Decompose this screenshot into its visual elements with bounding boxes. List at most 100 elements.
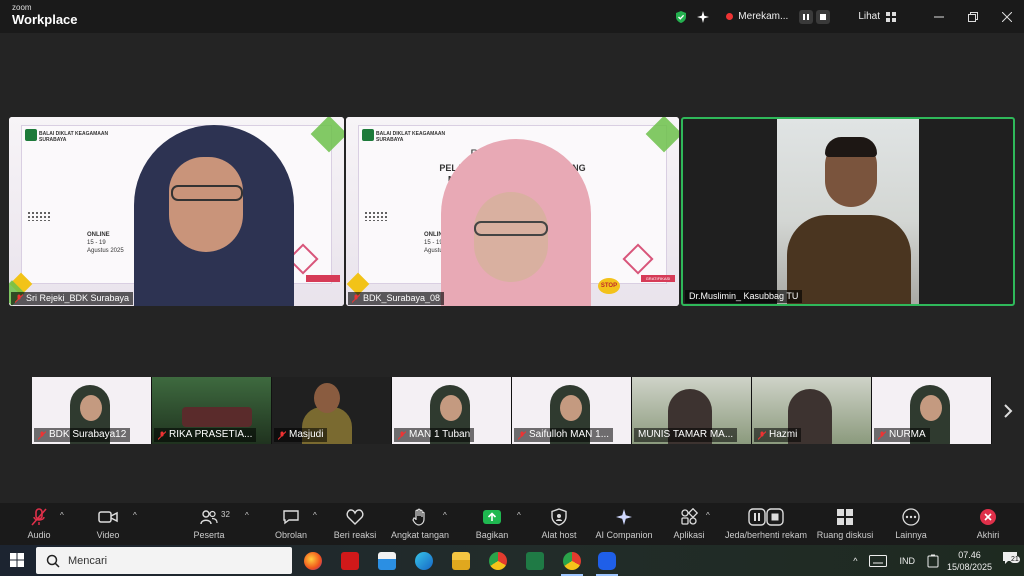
video-button[interactable]: Video	[63, 508, 153, 540]
video-tile[interactable]: BALAI DIKLAT KEAGAMAAN SURABAYA PEMBUKAA…	[346, 117, 679, 306]
participant-thumbnail[interactable]: RIKA PRASETIA...	[152, 377, 271, 444]
kemenag-emblem-icon	[362, 129, 374, 141]
apps-options-caret[interactable]: ^	[706, 511, 710, 520]
participant-glasses	[474, 221, 548, 236]
windows-start-icon[interactable]	[10, 553, 24, 567]
keyboard-icon[interactable]	[869, 554, 888, 567]
participant-name-tag: Sri Rejeki_BDK Surabaya	[11, 292, 134, 305]
share-screen-icon	[483, 510, 501, 524]
participant-name-tag: Hazmi	[754, 428, 802, 442]
shield-icon	[551, 508, 567, 526]
participant-thumbnail[interactable]: Saifulloh MAN 1...	[512, 377, 631, 444]
breakout-rooms-label: Ruang diskusi	[816, 530, 874, 540]
video-options-caret[interactable]: ^	[133, 511, 137, 520]
participant-face	[169, 157, 243, 252]
participant-thumbnail[interactable]: MAN 1 Tuban	[392, 377, 511, 444]
zoom-window: zoom Workplace Merekam... Lihat BALAI DI…	[0, 0, 1024, 576]
participant-name: NURMA	[889, 429, 926, 440]
chevron-right-icon	[1004, 404, 1013, 418]
mic-muted-icon	[758, 430, 766, 440]
participant-thumbnail[interactable]: NURMA	[872, 377, 991, 444]
reactions-label: Beri reaksi	[333, 530, 377, 540]
view-button[interactable]: Lihat	[858, 11, 880, 22]
store-icon[interactable]	[378, 552, 396, 570]
thumbnail-face	[920, 395, 942, 421]
participants-count: 32	[221, 510, 230, 519]
pause-stop-record-icon	[748, 508, 784, 526]
pause-recording-button[interactable]	[799, 9, 814, 24]
slide-institution: BALAI DIKLAT KEAGAMAAN SURABAYA	[39, 131, 109, 143]
end-meeting-button[interactable]: Akhiri	[943, 508, 1024, 540]
clock[interactable]: 07.46 15/08/2025	[947, 549, 992, 573]
language-indicator[interactable]: IND	[899, 556, 915, 566]
mic-muted-icon	[518, 430, 526, 440]
video-tile[interactable]: BALAI DIKLAT KEAGAMAAN SURABAYA PEMB PEL…	[9, 117, 344, 306]
stop-recording-button[interactable]	[816, 9, 831, 24]
mic-muted-icon	[398, 430, 406, 440]
participant-thumbnail[interactable]: MUNIS TAMAR MA...	[632, 377, 751, 444]
participants-button[interactable]: Peserta	[164, 508, 254, 540]
participant-name-tag: MUNIS TAMAR MA...	[634, 428, 738, 442]
participant-name-tag: NURMA	[874, 428, 930, 442]
next-page-button[interactable]	[998, 396, 1018, 426]
firefox-icon[interactable]	[304, 552, 322, 570]
mic-muted-icon	[15, 294, 23, 303]
close-button[interactable]	[990, 0, 1024, 33]
participant-name-tag: BDK Surabaya12	[34, 428, 131, 442]
battery-icon[interactable]	[927, 554, 939, 568]
search-placeholder: Mencari	[68, 554, 108, 567]
title-bar-controls: Merekam... Lihat	[674, 0, 1024, 33]
excel-icon[interactable]	[526, 552, 544, 570]
participant-thumbnail-strip: BDK Surabaya12 RIKA PRASETIA... Masjudi MAN…	[32, 377, 992, 444]
participant-name: Masjudi	[289, 429, 324, 440]
participant-face	[474, 192, 548, 282]
end-meeting-label: Akhiri	[976, 530, 1000, 540]
ai-sparkle-icon[interactable]	[696, 10, 710, 24]
camera-icon	[98, 511, 118, 523]
chat-icon	[283, 510, 299, 525]
minimize-icon	[934, 16, 944, 17]
slide-dot-pattern	[27, 211, 51, 221]
chrome-icon[interactable]	[489, 552, 507, 570]
mic-muted-icon	[31, 508, 47, 526]
thumbnail-face	[80, 395, 102, 421]
taskbar-search[interactable]: Mencari	[36, 547, 292, 574]
title-bar: zoom Workplace Merekam... Lihat	[0, 0, 1024, 33]
encryption-shield-icon[interactable]	[674, 10, 688, 24]
file-explorer-icon[interactable]	[452, 552, 470, 570]
participant-thumbnail[interactable]: Hazmi	[752, 377, 871, 444]
minimize-button[interactable]	[922, 0, 956, 33]
record-dot-icon	[726, 13, 734, 20]
slide-gratifikasi-badge	[306, 275, 340, 282]
active-speaker-tile[interactable]: Dr.Muslimin_ Kasubbag TU	[681, 117, 1015, 306]
logo-small-text: zoom	[12, 3, 32, 12]
recording-indicator[interactable]: Merekam...	[720, 7, 836, 27]
participant-thumbnail[interactable]: Masjudi	[272, 377, 391, 444]
stop-icon	[820, 13, 827, 20]
participant-name: BDK Surabaya12	[49, 429, 127, 440]
mic-muted-icon	[352, 294, 360, 303]
chrome-profile-icon[interactable]	[563, 552, 581, 570]
system-tray: ^ IND 07.46 15/08/2025 21	[853, 545, 1024, 576]
slide-institution: BALAI DIKLAT KEAGAMAAN SURABAYA	[376, 131, 446, 143]
restore-button[interactable]	[956, 0, 990, 33]
gallery-grid-icon[interactable]	[886, 11, 896, 22]
participant-thumbnail[interactable]: BDK Surabaya12	[32, 377, 151, 444]
zoom-app-icon[interactable]	[598, 552, 616, 570]
participant-name-tag: BDK_Surabaya_08	[348, 292, 445, 305]
thumbnail-face	[560, 395, 582, 421]
tray-overflow-caret[interactable]: ^	[853, 556, 857, 566]
pause-stop-recording-label: Jeda/berhenti rekam	[724, 530, 808, 540]
edge-icon[interactable]	[415, 552, 433, 570]
slide-dot-pattern	[364, 211, 388, 221]
participant-shirt	[787, 215, 911, 304]
audio-label: Audio	[27, 530, 51, 540]
acrobat-icon[interactable]	[341, 552, 359, 570]
apps-icon	[681, 508, 698, 525]
more-label: Lainnya	[895, 530, 927, 540]
notification-button[interactable]: 21	[1002, 551, 1020, 570]
heart-icon	[346, 509, 364, 525]
end-call-icon	[980, 509, 996, 525]
pause-stop-recording-button[interactable]: Jeda/berhenti rekam	[720, 508, 812, 540]
participant-name: Saifulloh MAN 1...	[529, 429, 610, 440]
